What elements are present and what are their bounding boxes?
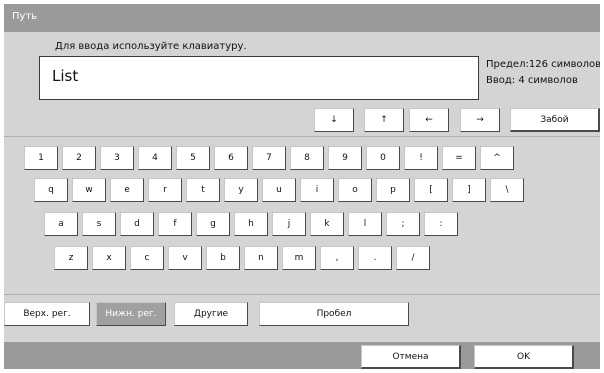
key[interactable]: j: [272, 212, 306, 236]
key[interactable]: q: [34, 178, 68, 202]
separator: [4, 136, 600, 137]
entered-label: Ввод: 4 символов: [486, 75, 578, 86]
key[interactable]: a: [44, 212, 78, 236]
key[interactable]: z: [54, 246, 88, 270]
key[interactable]: 8: [290, 146, 324, 170]
dialog-title: Путь: [12, 11, 38, 22]
key[interactable]: 4: [138, 146, 172, 170]
key[interactable]: v: [168, 246, 202, 270]
key[interactable]: t: [186, 178, 220, 202]
key[interactable]: 1: [24, 146, 58, 170]
text-input-field[interactable]: List: [39, 56, 479, 100]
key[interactable]: 6: [214, 146, 248, 170]
backspace-key[interactable]: Забой: [510, 108, 600, 132]
lowercase-key[interactable]: Нижн. рег.: [96, 302, 166, 326]
key[interactable]: :: [424, 212, 458, 236]
key[interactable]: 3: [100, 146, 134, 170]
key[interactable]: e: [110, 178, 144, 202]
key[interactable]: [: [414, 178, 448, 202]
key[interactable]: k: [310, 212, 344, 236]
arrow-up-key[interactable]: ↑: [364, 108, 404, 132]
key[interactable]: ]: [452, 178, 486, 202]
ok-button[interactable]: OK: [474, 345, 574, 369]
key[interactable]: f: [158, 212, 192, 236]
key[interactable]: g: [196, 212, 230, 236]
input-prompt: Для ввода используйте клавиатуру.: [55, 41, 247, 52]
key[interactable]: ;: [386, 212, 420, 236]
key[interactable]: s: [82, 212, 116, 236]
key[interactable]: d: [120, 212, 154, 236]
key[interactable]: b: [206, 246, 240, 270]
input-value: List: [52, 67, 79, 85]
key[interactable]: =: [442, 146, 476, 170]
key[interactable]: m: [282, 246, 316, 270]
other-symbols-key[interactable]: Другие: [174, 302, 248, 326]
key[interactable]: u: [262, 178, 296, 202]
key[interactable]: h: [234, 212, 268, 236]
key[interactable]: n: [244, 246, 278, 270]
title-bar: Путь: [4, 4, 600, 32]
key[interactable]: 2: [62, 146, 96, 170]
arrow-right-key[interactable]: →: [460, 108, 500, 132]
key[interactable]: \: [490, 178, 524, 202]
key[interactable]: c: [130, 246, 164, 270]
cancel-button[interactable]: Отмена: [361, 345, 461, 369]
key[interactable]: o: [338, 178, 372, 202]
key[interactable]: i: [300, 178, 334, 202]
key[interactable]: !: [404, 146, 438, 170]
space-key[interactable]: Пробел: [259, 302, 409, 326]
key[interactable]: ^: [480, 146, 514, 170]
bottom-bar: Отмена OK: [4, 342, 600, 369]
key[interactable]: /: [396, 246, 430, 270]
uppercase-key[interactable]: Верх. рег.: [4, 302, 90, 326]
dialog-frame: Путь Для ввода используйте клавиатуру. L…: [4, 4, 600, 369]
arrow-down-key[interactable]: ↓: [314, 108, 354, 132]
key[interactable]: 7: [252, 146, 286, 170]
key[interactable]: 9: [328, 146, 362, 170]
key[interactable]: 0: [366, 146, 400, 170]
limit-label: Предел:126 символов: [486, 59, 600, 70]
separator: [4, 294, 600, 295]
key[interactable]: x: [92, 246, 126, 270]
key[interactable]: y: [224, 178, 258, 202]
arrow-left-key[interactable]: ←: [409, 108, 449, 132]
key[interactable]: w: [72, 178, 106, 202]
key[interactable]: ,: [320, 246, 354, 270]
key[interactable]: 5: [176, 146, 210, 170]
key[interactable]: r: [148, 178, 182, 202]
key[interactable]: l: [348, 212, 382, 236]
key[interactable]: p: [376, 178, 410, 202]
key[interactable]: .: [358, 246, 392, 270]
